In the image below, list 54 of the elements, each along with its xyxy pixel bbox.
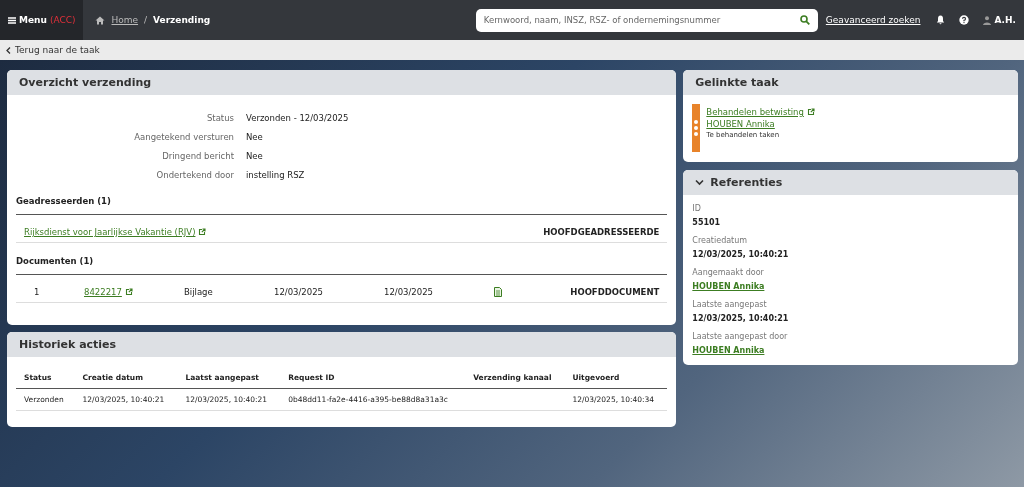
document-type: Bijlage <box>184 287 214 297</box>
person-link[interactable]: HOUBEN Annika <box>692 346 765 355</box>
reference-label: Laatste aangepast <box>692 300 768 309</box>
user-menu[interactable]: A.H. <box>983 15 1016 25</box>
back-link[interactable]: Terug naar de taak <box>6 45 100 55</box>
document-date: 12/03/2025 <box>274 287 324 297</box>
field-label: Ondertekend door <box>155 170 234 180</box>
person-link[interactable]: HOUBEN Annika <box>692 282 765 291</box>
search-field[interactable]: Kernwoord, naam, INSZ, RSZ- of ondernemingsnummer <box>475 8 818 32</box>
search-icon <box>799 14 810 25</box>
reference-label: Aangemaakt door <box>692 268 765 277</box>
reference-value: 12/03/2025, 10:40:21 <box>692 250 789 259</box>
user-icon <box>983 15 992 25</box>
field-label: Aangetekend versturen <box>133 132 234 142</box>
reference-label: Creatiedatum <box>692 236 749 245</box>
breadcrumb-current: Verzending <box>153 15 211 25</box>
breadcrumb-separator: / <box>144 15 148 25</box>
reference-label: Laatste aangepast door <box>692 332 789 341</box>
person-link[interactable]: HOUBEN Annika <box>706 119 775 129</box>
document-number: 1 <box>33 287 41 297</box>
home-icon <box>95 15 106 25</box>
reference-value: 12/03/2025, 10:40:21 <box>692 314 789 323</box>
breadcrumb-link[interactable]: Home <box>111 15 139 25</box>
section-heading: Documenten (1) <box>16 256 668 275</box>
field-label: Dringend bericht <box>161 151 234 161</box>
panel-title: Historiek acties <box>19 338 117 351</box>
field-value: Nee <box>246 132 264 142</box>
external-link-icon <box>124 288 133 296</box>
field-value: Verzonden - 12/03/2025 <box>246 113 350 123</box>
document-icon[interactable] <box>494 287 502 297</box>
reference-label: ID <box>692 204 702 213</box>
menu-icon <box>8 16 16 24</box>
external-link-icon <box>198 228 207 236</box>
help-icon[interactable] <box>959 15 970 25</box>
menu-button[interactable]: Menu (ACC) <box>0 0 84 40</box>
reference-value: 55101 <box>692 218 721 227</box>
document-date: 12/03/2025 <box>384 287 434 297</box>
external-link-icon <box>806 108 815 116</box>
addressee-link[interactable]: Rijksdienst voor Jaarlijkse Vakantie (RJV) <box>24 227 196 237</box>
role-label: HOOFDDOCUMENT <box>570 287 660 297</box>
section-heading: Geadresseerden (1) <box>16 196 668 215</box>
panel-title: Gelinkte taak <box>695 76 779 89</box>
advanced-search-link[interactable]: Geavanceerd zoeken <box>825 15 921 25</box>
task-link[interactable]: Behandelen betwisting <box>706 107 804 117</box>
field-value: instelling RSZ <box>246 170 306 180</box>
panel-title: Overzicht verzending <box>19 76 152 89</box>
chevron-down-icon[interactable] <box>695 179 705 186</box>
role-label: HOOFDGEADRESSEERDE <box>543 227 660 237</box>
field-value: Nee <box>246 151 264 161</box>
field-label: Status <box>205 113 234 123</box>
panel-title: Referenties <box>710 176 783 189</box>
chevron-left-icon <box>6 46 11 54</box>
document-link[interactable]: 8422217 <box>84 287 122 297</box>
bell-icon[interactable] <box>936 15 946 25</box>
